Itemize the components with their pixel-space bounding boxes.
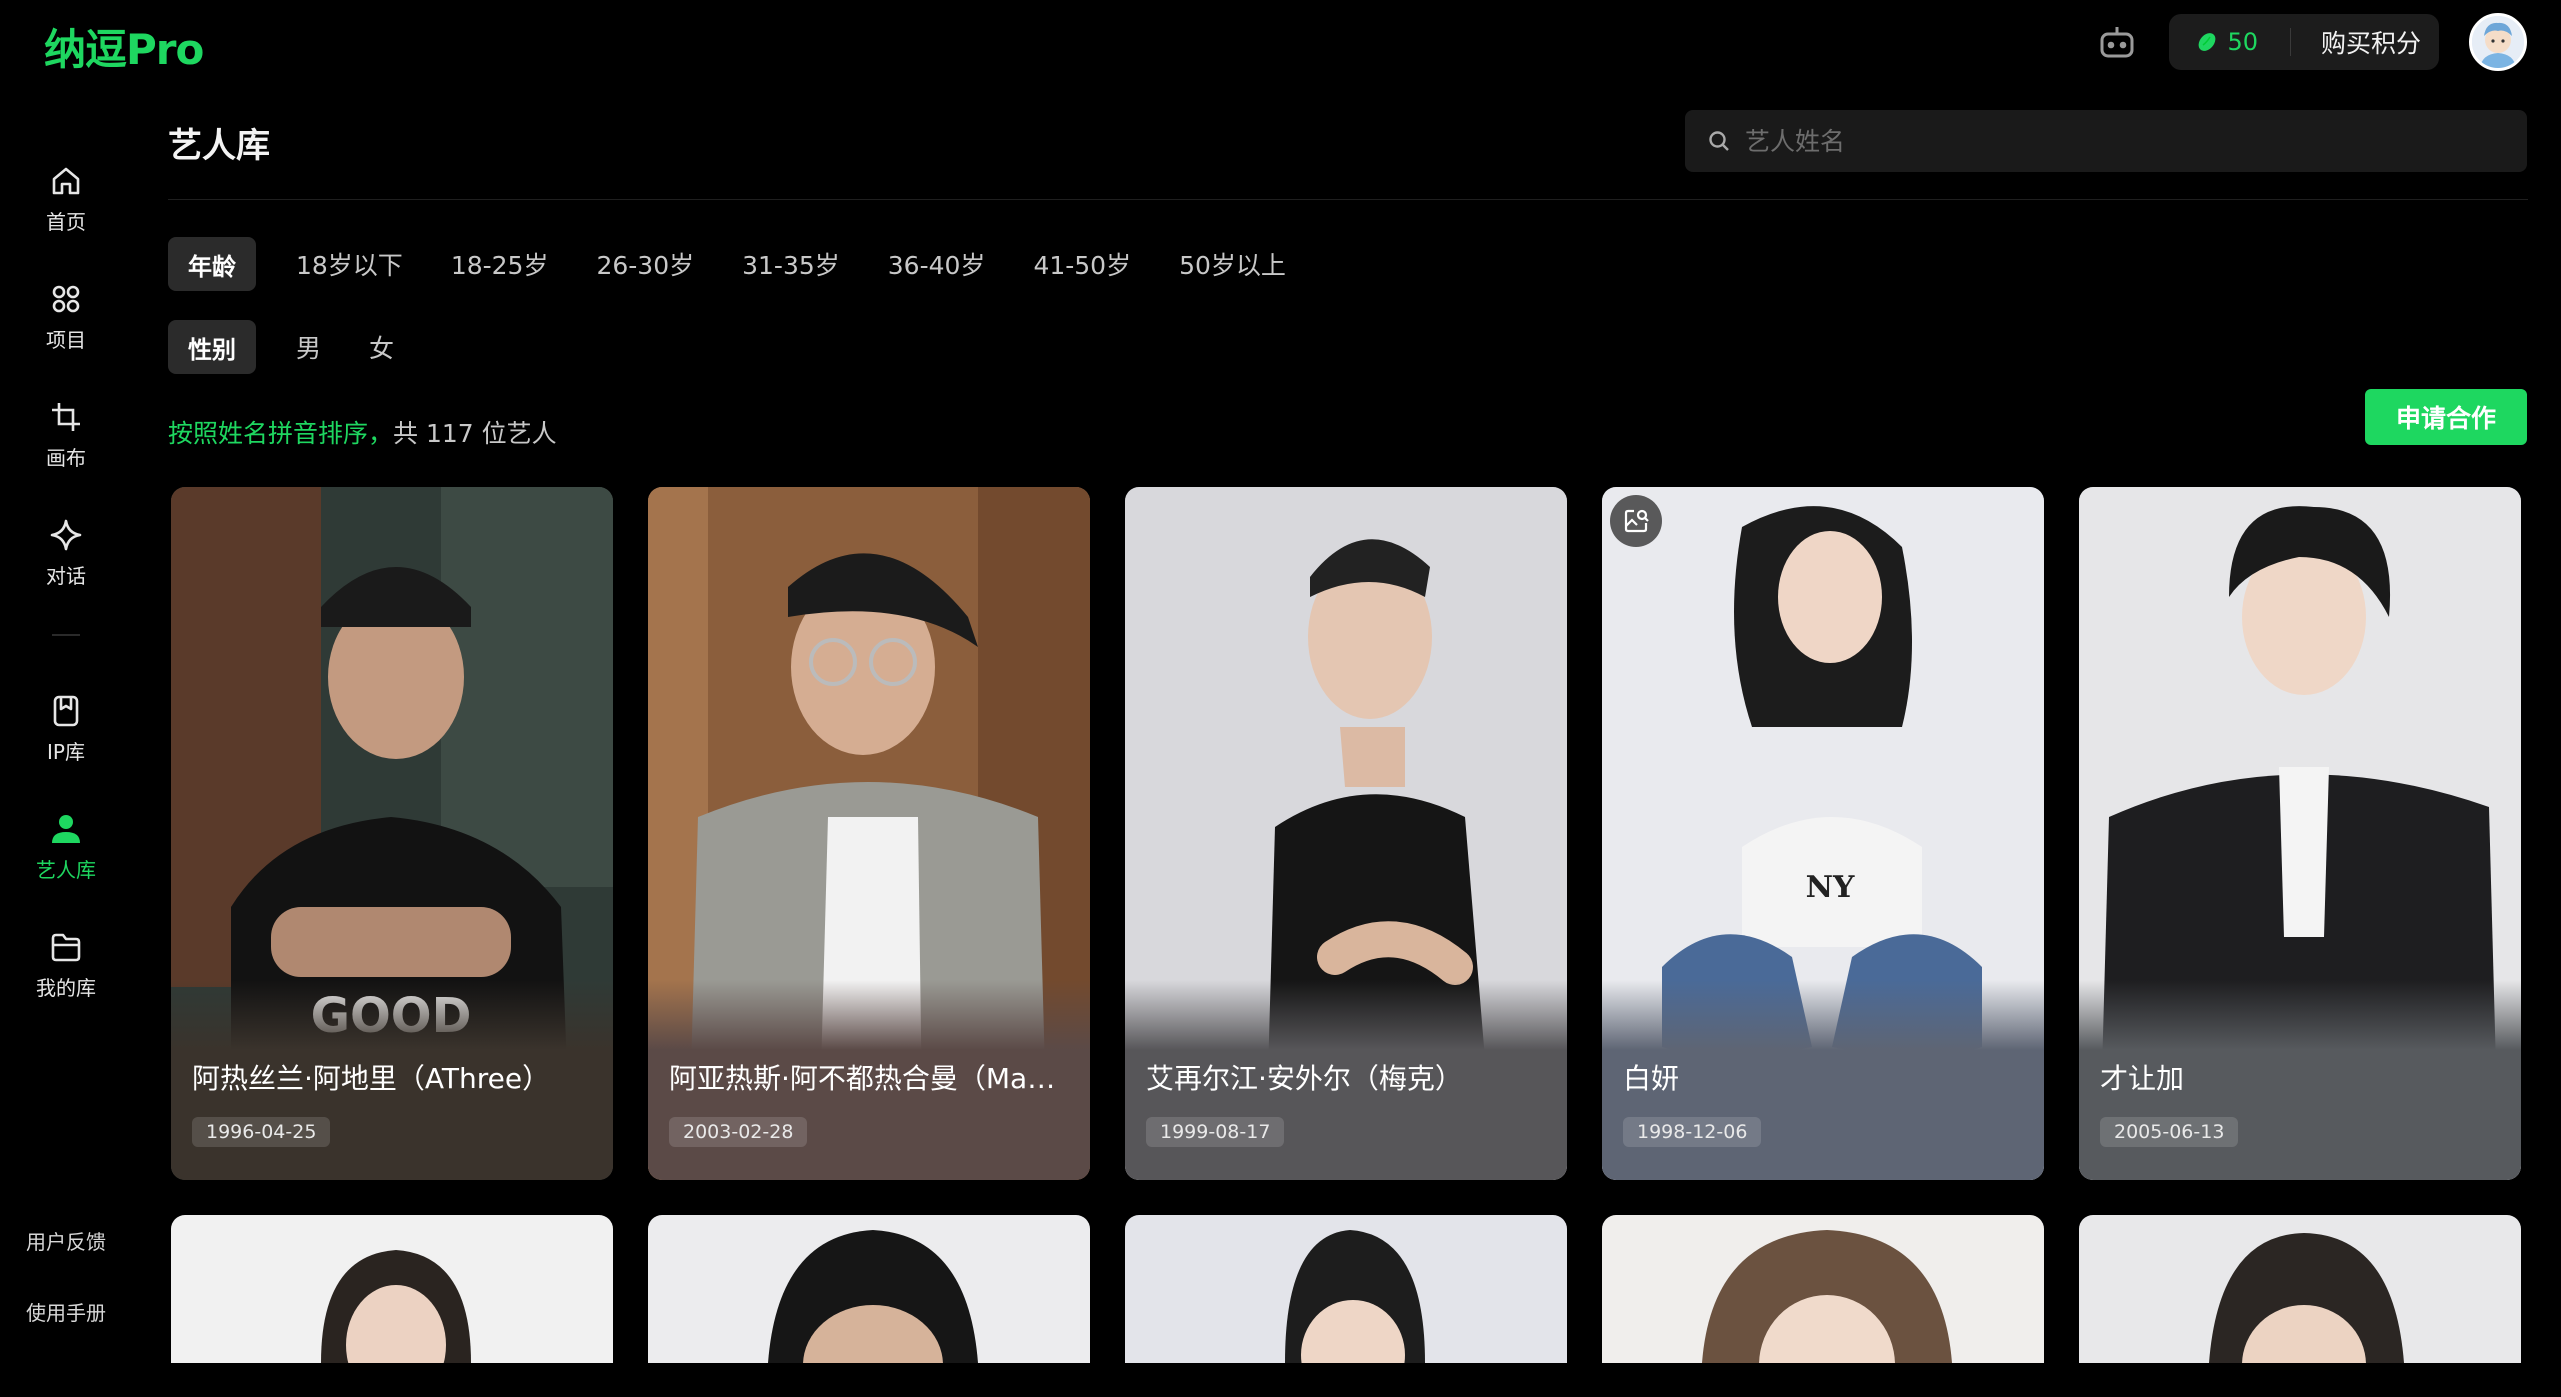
header-divider [168,199,2528,200]
artist-photo [1125,1215,1567,1363]
crop-icon [52,402,80,431]
user-avatar[interactable] [2469,13,2527,71]
artist-photo [171,1215,613,1363]
artist-card[interactable]: GOOD 阿热丝兰·阿地里（AThree） 1996-04-25 [171,487,613,1180]
sparkle-icon [50,519,82,550]
sort-label: 按照姓名拼音排序， [168,419,394,448]
search-box[interactable] [1685,110,2527,172]
sort-info: 按照姓名拼音排序，共 117 位艺人 [168,414,557,450]
topbar-actions: 50 购买积分 [2095,13,2527,71]
age-filter-row: 年龄 18岁以下 18-25岁 26-30岁 31-35岁 36-40岁 41-… [168,237,1306,291]
sidebar-item-label: 对话 [46,563,86,588]
artist-card[interactable] [171,1215,613,1363]
sidebar-item-label: 首页 [46,209,86,234]
sidebar-item-ip-library[interactable]: IP库 [0,670,132,788]
gender-option[interactable]: 男 [276,320,341,374]
folder-icon [51,933,81,961]
age-option[interactable]: 18-25岁 [431,237,569,291]
sidebar-item-label: IP库 [47,739,85,764]
artist-card[interactable] [2079,1215,2521,1363]
bean-icon [2199,33,2216,51]
artist-name: 白妍 [1623,1062,1680,1095]
svg-text:NY: NY [1806,870,1855,905]
artist-card[interactable]: 才让加 2005-06-13 [2079,487,2521,1180]
artist-name: 阿亚热斯·阿不都热合曼（Mac... [669,1062,1069,1095]
sidebar-item-label: 艺人库 [36,857,96,882]
page-title: 艺人库 [168,126,270,166]
feedback-link[interactable]: 用户反馈 [26,1226,106,1255]
buy-points-button[interactable]: 购买积分 [2321,24,2421,60]
artist-card[interactable] [1125,1215,1567,1363]
artist-card[interactable] [1602,1215,2044,1363]
search-input[interactable] [1745,126,2445,156]
artist-name: 阿热丝兰·阿地里（AThree） [192,1062,551,1095]
artist-name: 艾再尔江·安外尔（梅克） [1146,1062,1463,1095]
sidebar-divider [52,634,80,636]
home-icon [52,167,80,194]
apply-cooperation-button[interactable]: 申请合作 [2365,389,2527,445]
search-icon [1709,131,1729,151]
artist-card[interactable]: NY 白妍 1998-12-06 [1602,487,2044,1180]
sidebar-item-label: 项目 [46,327,86,352]
artist-birthdate: 1999-08-17 [1146,1117,1285,1147]
age-option[interactable]: 26-30岁 [576,237,714,291]
age-option[interactable]: 36-40岁 [868,237,1006,291]
sidebar-item-chat[interactable]: 对话 [0,494,132,612]
artist-photo [1602,1215,2044,1363]
sidebar-footer: 用户反馈 使用手册 [0,1226,132,1326]
sidebar-item-label: 我的库 [36,975,96,1000]
age-option[interactable]: 18岁以下 [276,237,423,291]
gender-filter-row: 性别 男 女 [168,320,414,374]
age-option[interactable]: 50岁以上 [1159,237,1306,291]
grid-icon [52,285,80,312]
artist-card[interactable]: 艾再尔江·安外尔（梅克） 1999-08-17 [1125,487,1567,1180]
artist-birthdate: 1996-04-25 [192,1117,331,1147]
sidebar-nav: 首页 项目 画布 对话 IP库 艺人库 我的库 [0,140,132,1024]
gender-filter-tag[interactable]: 性别 [168,320,256,374]
sidebar-item-canvas[interactable]: 画布 [0,376,132,494]
sidebar-item-projects[interactable]: 项目 [0,258,132,376]
artist-card[interactable]: 阿亚热斯·阿不都热合曼（Mac... 2003-02-28 [648,487,1090,1180]
artist-name: 才让加 [2100,1062,2185,1095]
person-icon [52,814,80,843]
points-value: 50 [2227,28,2258,56]
app-logo[interactable]: 纳逗Pro [44,16,204,77]
manual-link[interactable]: 使用手册 [26,1297,106,1326]
sidebar-item-my-library[interactable]: 我的库 [0,906,132,1024]
points-divider [2289,28,2291,56]
artist-grid: GOOD 阿热丝兰·阿地里（AThree） 1996-04-25 阿亚热斯·阿不… [171,487,2527,1363]
artist-photo [648,1215,1090,1363]
points-pill[interactable]: 50 购买积分 [2169,14,2439,70]
sidebar-item-label: 画布 [46,445,86,470]
image-search-icon[interactable] [1610,495,1662,547]
age-option[interactable]: 31-35岁 [722,237,860,291]
points-balance: 50 [2195,28,2258,56]
artist-birthdate: 1998-12-06 [1623,1117,1762,1147]
age-option[interactable]: 41-50岁 [1013,237,1151,291]
artist-birthdate: 2005-06-13 [2100,1117,2239,1147]
robot-icon[interactable] [2095,20,2139,64]
sidebar-item-artists[interactable]: 艺人库 [0,788,132,906]
artist-photo [2079,1215,2521,1363]
gender-option[interactable]: 女 [349,320,414,374]
sidebar-item-home[interactable]: 首页 [0,140,132,258]
artist-count: 共 117 位艺人 [393,419,557,448]
artist-birthdate: 2003-02-28 [669,1117,808,1147]
bookmark-icon [53,695,79,726]
age-filter-tag[interactable]: 年龄 [168,237,256,291]
artist-card[interactable] [648,1215,1090,1363]
